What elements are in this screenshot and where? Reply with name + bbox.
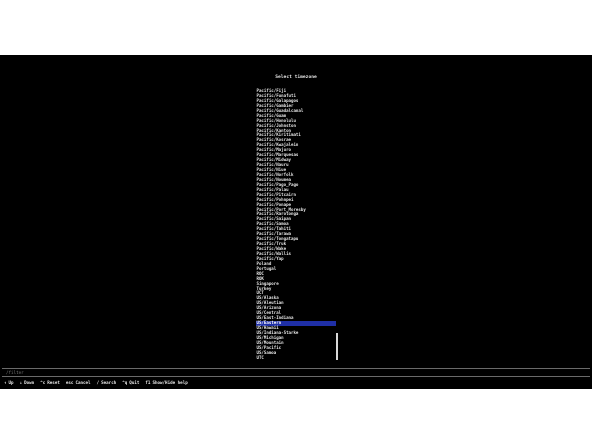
help-key: esc [65, 380, 74, 385]
help-action: Up [8, 380, 14, 385]
help-hint: ^q Quit [122, 380, 139, 386]
help-hint: ^c Reset [40, 380, 60, 386]
help-hint: esc Cancel [66, 380, 91, 386]
help-action: Quit [129, 380, 140, 385]
page-title: Select timezone [275, 75, 317, 80]
help-key: f1 [145, 380, 151, 385]
help-bar: ↑ Up ↓ Down ^c Reset esc Cancel / Search ^q Quit f1 S… [4, 380, 194, 386]
help-action: Cancel [75, 380, 91, 385]
filter-input[interactable] [6, 369, 306, 376]
help-hint: ↓ Down [20, 380, 35, 386]
terminal-window: Select timezone Pacific/Fiji Pacific/Funa… [0, 55, 592, 389]
help-hint: f1 Show/Hide help [145, 380, 187, 386]
help-action: Reset [47, 380, 60, 385]
timezone-option[interactable]: UTC [256, 355, 336, 361]
help-key: ^q [122, 380, 128, 385]
help-action: Down [24, 380, 35, 385]
help-action: Show/Hide help [152, 380, 188, 385]
help-key: ↑ [4, 380, 7, 385]
help-key: / [96, 380, 100, 385]
help-key: ↓ [19, 380, 23, 385]
list-scrollbar[interactable] [336, 333, 338, 360]
help-hint: / Search [97, 380, 117, 386]
filter-bar [2, 368, 590, 377]
help-action: Search [101, 380, 117, 385]
help-hint: ↑ Up [4, 380, 14, 386]
timezone-list[interactable]: Pacific/Fiji Pacific/Funafuti Pacific/Gala… [256, 88, 336, 361]
help-key: ^c [40, 380, 46, 385]
